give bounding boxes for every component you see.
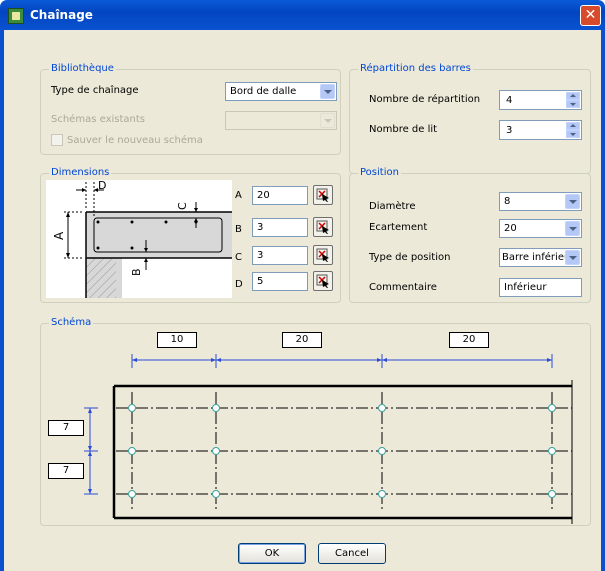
section-diagram: D C A B (46, 180, 232, 298)
diagram-label-a: A (52, 231, 66, 240)
schema-top-dim: 20 (449, 332, 489, 348)
nombre-repartition-spinner[interactable]: 4 (499, 90, 582, 110)
close-button[interactable]: ✕ (580, 5, 601, 26)
pick-point-icon (316, 188, 329, 202)
chevron-down-icon[interactable] (565, 250, 580, 265)
pick-b-button[interactable] (313, 217, 333, 237)
ecartement-label: Ecartement (369, 222, 428, 233)
type-position-select[interactable]: Barre inférieur (499, 248, 582, 267)
title-bar: Chaînage ✕ (0, 0, 605, 30)
ecartement-value: 20 (504, 223, 517, 234)
spin-down-icon[interactable] (566, 100, 580, 108)
dim-a-input[interactable]: 20 (252, 186, 308, 205)
dim-letter-a: A (235, 190, 242, 201)
chevron-down-icon (320, 113, 335, 128)
diagram-label-b: B (130, 268, 143, 276)
type-chainage-label: Type de chaînage (51, 85, 139, 96)
window-frame-right (601, 30, 605, 571)
pick-a-button[interactable] (313, 185, 333, 205)
dim-letter-c: C (235, 252, 242, 263)
type-chainage-select[interactable]: Bord de dalle (225, 82, 337, 101)
schema-drawing (84, 354, 573, 524)
commentaire-label: Commentaire (369, 282, 437, 293)
pick-point-icon (316, 248, 329, 262)
nombre-repartition-value: 4 (506, 95, 513, 106)
schemas-existants-select[interactable] (225, 111, 337, 130)
dim-letter-b: B (235, 224, 242, 235)
dim-c-input[interactable]: 3 (252, 246, 308, 265)
dim-c-value: 3 (257, 250, 264, 261)
ok-button[interactable]: OK (238, 543, 306, 564)
type-chainage-value: Bord de dalle (230, 86, 297, 97)
nombre-lit-value: 3 (506, 125, 513, 136)
window-title: Chaînage (30, 8, 93, 22)
dimensions-legend: Dimensions (49, 167, 112, 178)
schema-top-dim: 10 (157, 332, 197, 348)
nombre-lit-spinner[interactable]: 3 (499, 120, 582, 140)
commentaire-value: Inférieur (504, 282, 547, 293)
schema-top-dim: 20 (282, 332, 322, 348)
dialog-body: Bibliothèque Type de chaînage Bord de da… (4, 30, 601, 571)
chevron-down-icon[interactable] (320, 84, 335, 99)
sauver-schema-checkbox[interactable] (51, 134, 63, 146)
dim-d-value: 5 (257, 276, 264, 287)
spin-up-icon[interactable] (566, 122, 580, 130)
chevron-down-icon[interactable] (565, 194, 580, 209)
pick-d-button[interactable] (313, 271, 333, 291)
ecartement-select[interactable]: 20 (499, 219, 582, 238)
dim-b-input[interactable]: 3 (252, 218, 308, 237)
schema-legend: Schéma (49, 317, 94, 328)
dim-a-value: 20 (257, 190, 270, 201)
diametre-value: 8 (504, 196, 511, 207)
app-icon (8, 8, 24, 24)
schemas-existants-label: Schémas existants (51, 114, 145, 125)
sauver-schema-label: Sauver le nouveau schéma (67, 135, 203, 146)
dim-d-input[interactable]: 5 (252, 272, 308, 291)
chevron-down-icon[interactable] (565, 221, 580, 236)
position-legend: Position (358, 167, 401, 178)
diametre-label: Diamètre (369, 201, 416, 212)
commentaire-input[interactable]: Inférieur (499, 278, 582, 297)
repartition-legend: Répartition des barres (358, 63, 473, 74)
nombre-repartition-label: Nombre de répartition (369, 94, 481, 105)
dim-b-value: 3 (257, 222, 264, 233)
cancel-button[interactable]: Cancel (318, 543, 386, 564)
schema-left-dim: 7 (48, 420, 84, 436)
pick-point-icon (316, 220, 329, 234)
nombre-lit-label: Nombre de lit (369, 124, 438, 135)
pick-c-button[interactable] (313, 245, 333, 265)
type-position-value: Barre inférieur (502, 252, 575, 263)
spin-down-icon[interactable] (566, 130, 580, 138)
dim-letter-d: D (235, 279, 243, 290)
diagram-label-c: C (176, 202, 189, 210)
schema-left-dim: 7 (48, 463, 84, 479)
bibliotheque-legend: Bibliothèque (49, 63, 116, 74)
pick-point-icon (316, 274, 329, 288)
type-position-label: Type de position (369, 252, 451, 263)
diagram-label-d: D (98, 180, 106, 192)
diametre-select[interactable]: 8 (499, 192, 582, 211)
spin-up-icon[interactable] (566, 92, 580, 100)
